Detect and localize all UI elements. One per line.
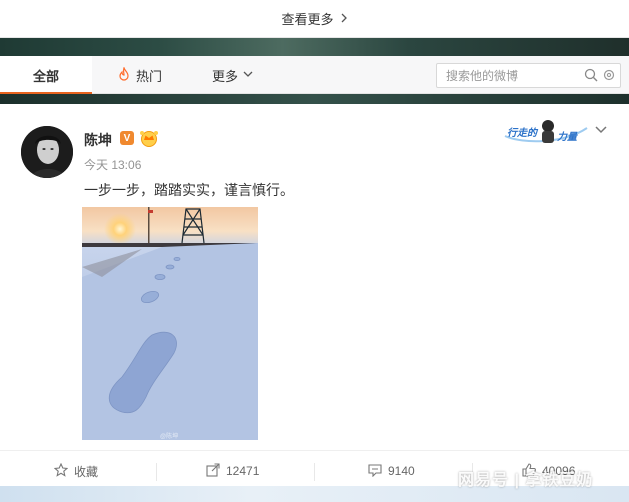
svg-text:行走的: 行走的 [507,127,539,139]
search-input[interactable] [437,64,577,87]
decorative-band [0,94,629,104]
avatar[interactable] [21,126,73,178]
post-text: 一步一步，踏踏实实，谨言慎行。 [84,182,294,198]
tab-more-label: 更多 [212,68,239,84]
verified-badge: V [120,131,134,145]
forward-icon [206,462,226,480]
chevron-down-icon [243,69,253,81]
source-watermark: 网易号 | 拿铁豆奶 [458,472,594,489]
tab-more[interactable]: 更多 [212,56,253,94]
favorite-button[interactable]: 收藏 [53,451,99,491]
tab-all[interactable]: 全部 [0,56,92,95]
tab-all-label: 全部 [32,68,59,84]
comment-count: 9140 [388,464,415,478]
gear-icon[interactable] [602,68,616,82]
forward-button[interactable]: 12471 [206,451,259,491]
view-more-label: 查看更多 [281,12,334,27]
crown-icon [139,129,159,147]
view-more-link[interactable]: 查看更多 [0,0,629,38]
comment-icon [368,463,388,480]
svg-text:力量: 力量 [557,131,579,143]
author-name[interactable]: 陈坤 [84,130,112,150]
photo-watermark: @陈坤 [160,434,179,440]
post-photo[interactable]: @陈坤 [82,207,258,440]
comment-button[interactable]: 9140 [368,451,415,491]
star-icon [53,462,74,480]
chevron-right-icon [340,11,348,26]
forward-count: 12471 [226,464,260,478]
profile-banner [0,38,629,56]
card-menu-chevron-icon[interactable] [592,121,610,139]
search-icon[interactable] [584,68,598,82]
tab-hot-label: 热门 [136,68,163,84]
campaign-badge[interactable]: 行走的 力量 [503,114,589,148]
favorite-label: 收藏 [74,464,99,479]
search-box [436,63,621,88]
post-time[interactable]: 今天 13:06 [84,156,141,173]
action-divider [314,463,315,481]
post-card: 陈坤 V 今天 13:06 一步一步，踏踏实实，谨言慎行。 行走的 力量 @陈坤… [0,104,629,502]
tab-hot[interactable]: 热门 [118,56,162,94]
action-divider [156,463,157,481]
profile-tab-bar: 全部 热门 更多 [0,56,629,95]
fire-icon [118,65,130,84]
